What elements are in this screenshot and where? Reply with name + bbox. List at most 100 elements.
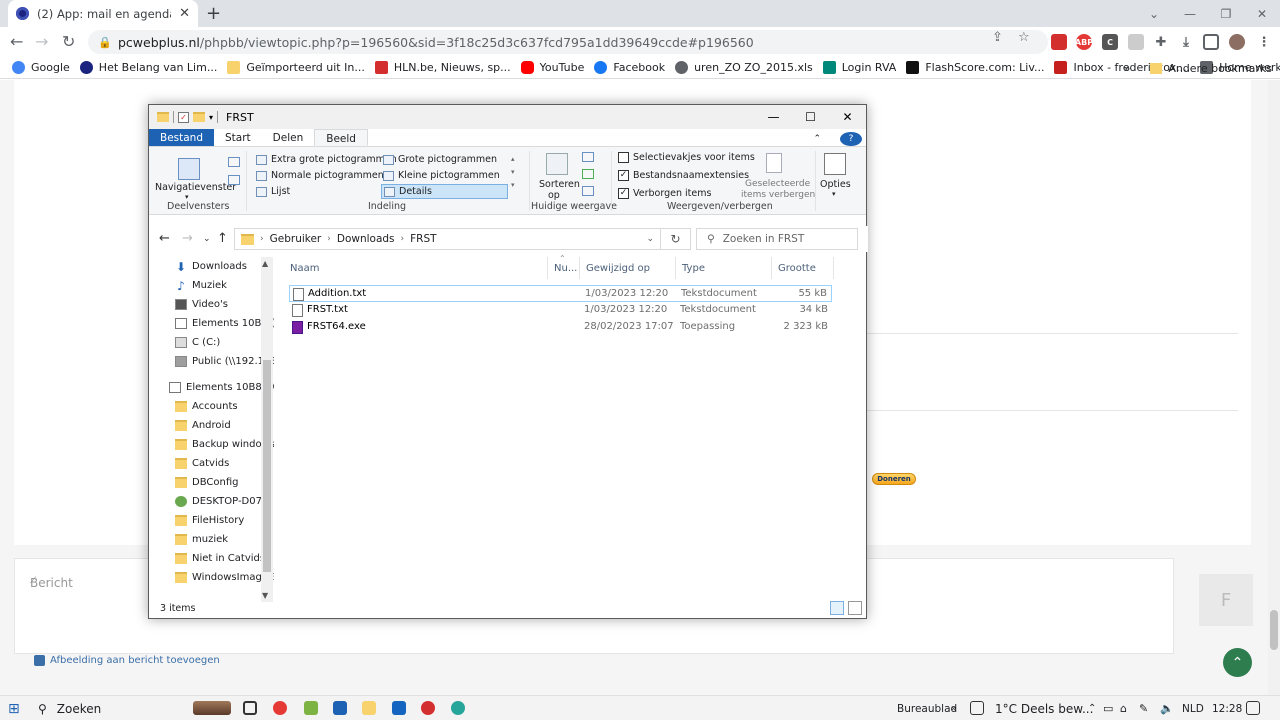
nav-item-catvids[interactable]: Catvids bbox=[175, 454, 274, 473]
search-input[interactable]: ⚲ Zoeken in FRST bbox=[696, 228, 858, 250]
windows-start-icon[interactable]: ⊞ bbox=[8, 700, 20, 717]
nav-item-niet-in-catvids[interactable]: Niet in Catvids bbox=[175, 549, 274, 568]
checkbox[interactable]: ✓ bbox=[618, 170, 629, 181]
clock[interactable]: 12:28 bbox=[1212, 700, 1242, 717]
bookmark-youtube[interactable]: YouTube bbox=[520, 61, 584, 74]
forward-arrow-icon[interactable]: → bbox=[182, 231, 193, 246]
checkbox-hidden-items[interactable]: ✓ Verborgen items bbox=[618, 188, 711, 199]
nav-item-windowsimage[interactable]: WindowsImageE bbox=[175, 568, 274, 587]
navigation-pane-button[interactable]: Navigatievenster bbox=[155, 182, 236, 193]
side-panel-icon[interactable] bbox=[1203, 34, 1219, 50]
notifications-icon[interactable] bbox=[1246, 701, 1260, 715]
file-name[interactable]: FRST64.exe bbox=[292, 319, 366, 335]
minimize-button[interactable]: — bbox=[755, 105, 792, 129]
checkbox-file-extensions[interactable]: ✓ Bestandsnaamextensies bbox=[618, 170, 749, 181]
navigation-pane-icon[interactable] bbox=[178, 158, 200, 180]
forward-icon[interactable]: → bbox=[35, 32, 48, 51]
recent-locations-icon[interactable]: ⌄ bbox=[203, 234, 211, 244]
url-field[interactable]: 🔒 pcwebplus.nl/phpbb/viewtopic.php?p=196… bbox=[88, 30, 1048, 54]
adblock-icon[interactable]: ABP bbox=[1075, 34, 1093, 50]
nav-item-desktop[interactable]: DESKTOP-D07N\ bbox=[175, 492, 274, 511]
scroll-to-top-button[interactable]: ⌃ bbox=[1223, 648, 1252, 677]
profile-avatar[interactable] bbox=[1229, 34, 1245, 50]
nav-item-downloads[interactable]: ⬇ Downloads bbox=[175, 257, 274, 276]
back-icon[interactable]: ← bbox=[10, 32, 23, 51]
tab-search-icon[interactable]: ⌄ bbox=[1136, 0, 1172, 27]
extensions-puzzle-icon[interactable]: ✚ bbox=[1153, 34, 1169, 50]
close-tab-icon[interactable]: ✕ bbox=[179, 6, 190, 21]
layout-details[interactable]: Details bbox=[381, 184, 508, 199]
layout-extra-large-icons[interactable]: Extra grote pictogrammen bbox=[256, 154, 397, 165]
dropdown-arrow-icon[interactable]: ▾ bbox=[185, 193, 189, 201]
checkbox[interactable]: ✓ bbox=[618, 188, 629, 199]
scrollbar-thumb[interactable] bbox=[1270, 610, 1278, 650]
chevron-right-icon[interactable]: › bbox=[401, 234, 405, 244]
quick-access-dropdown-icon[interactable]: ▾ bbox=[209, 113, 213, 122]
file-row[interactable]: FRST64.exe 28/02/2023 17:07 Toepassing 2… bbox=[289, 319, 832, 336]
download-icon[interactable]: ⤓ bbox=[1178, 34, 1194, 50]
nav-item-android[interactable]: Android bbox=[175, 416, 274, 435]
network-status-icon[interactable]: ✎ bbox=[1139, 700, 1148, 717]
scroll-up-icon[interactable]: ▲ bbox=[262, 259, 268, 268]
add-columns-icon[interactable] bbox=[582, 169, 594, 179]
hide-selected-icon[interactable] bbox=[766, 153, 782, 173]
maximize-button[interactable]: ☐ bbox=[792, 105, 829, 129]
file-name[interactable]: FRST.txt bbox=[292, 302, 348, 318]
layout-list[interactable]: Lijst bbox=[256, 186, 290, 197]
chevron-down-icon[interactable]: ⌄ bbox=[646, 234, 654, 244]
volume-icon[interactable]: 🔈 bbox=[1160, 700, 1174, 717]
nav-item-c-drive[interactable]: C (C:) bbox=[175, 333, 274, 352]
chrome-icon[interactable] bbox=[273, 701, 287, 715]
checkbox[interactable] bbox=[618, 152, 629, 163]
nav-item-dbconfig[interactable]: DBConfig bbox=[175, 473, 274, 492]
notepad-icon[interactable] bbox=[304, 701, 318, 715]
tab-bestand[interactable]: Bestand bbox=[149, 129, 215, 146]
bookmark-hbvl[interactable]: Het Belang van Lim... bbox=[79, 61, 217, 74]
taskbar-search[interactable]: ⚲ Zoeken bbox=[38, 700, 101, 717]
nav-item-elements-drive[interactable]: Elements 10B8 (A bbox=[175, 314, 274, 333]
file-name[interactable]: Addition.txt bbox=[293, 286, 366, 302]
desktop-toolbar[interactable]: Bureaublad bbox=[897, 700, 957, 717]
file-explorer-icon[interactable] bbox=[362, 701, 376, 715]
show-hidden-icons-icon[interactable]: ⌃ bbox=[1088, 700, 1096, 717]
help-icon[interactable]: ? bbox=[840, 132, 862, 146]
bookmark-flashscore[interactable]: FlashScore.com: Liv... bbox=[906, 61, 1044, 74]
bookmark-hln[interactable]: HLN.be, Nieuws, sp... bbox=[374, 61, 511, 74]
opera-icon[interactable] bbox=[421, 701, 435, 715]
reload-icon[interactable]: ↻ bbox=[62, 32, 75, 51]
tab-delen[interactable]: Delen bbox=[262, 129, 315, 146]
hide-selected-label-1[interactable]: Geselecteerde bbox=[745, 179, 810, 189]
chevron-right-icon[interactable]: › bbox=[327, 234, 331, 244]
app-window-icon[interactable] bbox=[333, 701, 347, 715]
file-row[interactable]: Addition.txt 1/03/2023 12:20 Tekstdocume… bbox=[289, 285, 832, 302]
preview-pane-icon[interactable] bbox=[228, 157, 240, 167]
nav-item-elements-root[interactable]: Elements 10B8 (A: bbox=[169, 378, 274, 397]
new-folder-icon[interactable] bbox=[193, 112, 205, 122]
search-highlight-icon[interactable] bbox=[193, 701, 231, 715]
options-button[interactable]: Opties bbox=[820, 179, 851, 190]
breadcrumb[interactable]: › Gebruiker › Downloads › FRST ⌄ bbox=[234, 228, 661, 250]
browser-tab[interactable]: (2) App: mail en agenda windows ✕ bbox=[8, 0, 198, 27]
group-by-icon[interactable] bbox=[582, 152, 594, 162]
extension-c-icon[interactable]: C bbox=[1102, 34, 1118, 50]
nav-item-filehistory[interactable]: FileHistory bbox=[175, 511, 274, 530]
close-button[interactable]: ✕ bbox=[829, 105, 866, 129]
device-icon[interactable]: ▭ bbox=[1103, 700, 1113, 717]
keyboard-icon[interactable] bbox=[970, 701, 984, 715]
column-header-name[interactable]: Naam bbox=[284, 257, 548, 279]
column-header-type[interactable]: Type bbox=[676, 257, 772, 279]
bookmark-google[interactable]: Google bbox=[12, 61, 70, 74]
new-tab-button[interactable]: + bbox=[206, 3, 221, 24]
share-icon[interactable]: ⇪ bbox=[992, 30, 1003, 45]
nav-item-music[interactable]: ♪ Muziek bbox=[175, 276, 274, 295]
checkbox-item-checkboxes[interactable]: Selectievakjes voor items bbox=[618, 152, 755, 163]
column-header-modified[interactable]: Gewijzigd op bbox=[580, 257, 676, 279]
large-icons-view-icon[interactable] bbox=[848, 601, 862, 615]
edge-icon[interactable] bbox=[451, 701, 465, 715]
bookmark-facebook[interactable]: Facebook bbox=[594, 61, 665, 74]
donate-button[interactable]: Doneren bbox=[872, 473, 916, 485]
menu-icon[interactable]: ⋮ bbox=[1256, 34, 1272, 50]
attach-image-link[interactable]: Afbeelding aan bericht toevoegen bbox=[34, 655, 220, 666]
bookmark-star-icon[interactable]: ☆ bbox=[1018, 30, 1030, 45]
tab-beeld[interactable]: Beeld bbox=[314, 129, 368, 146]
